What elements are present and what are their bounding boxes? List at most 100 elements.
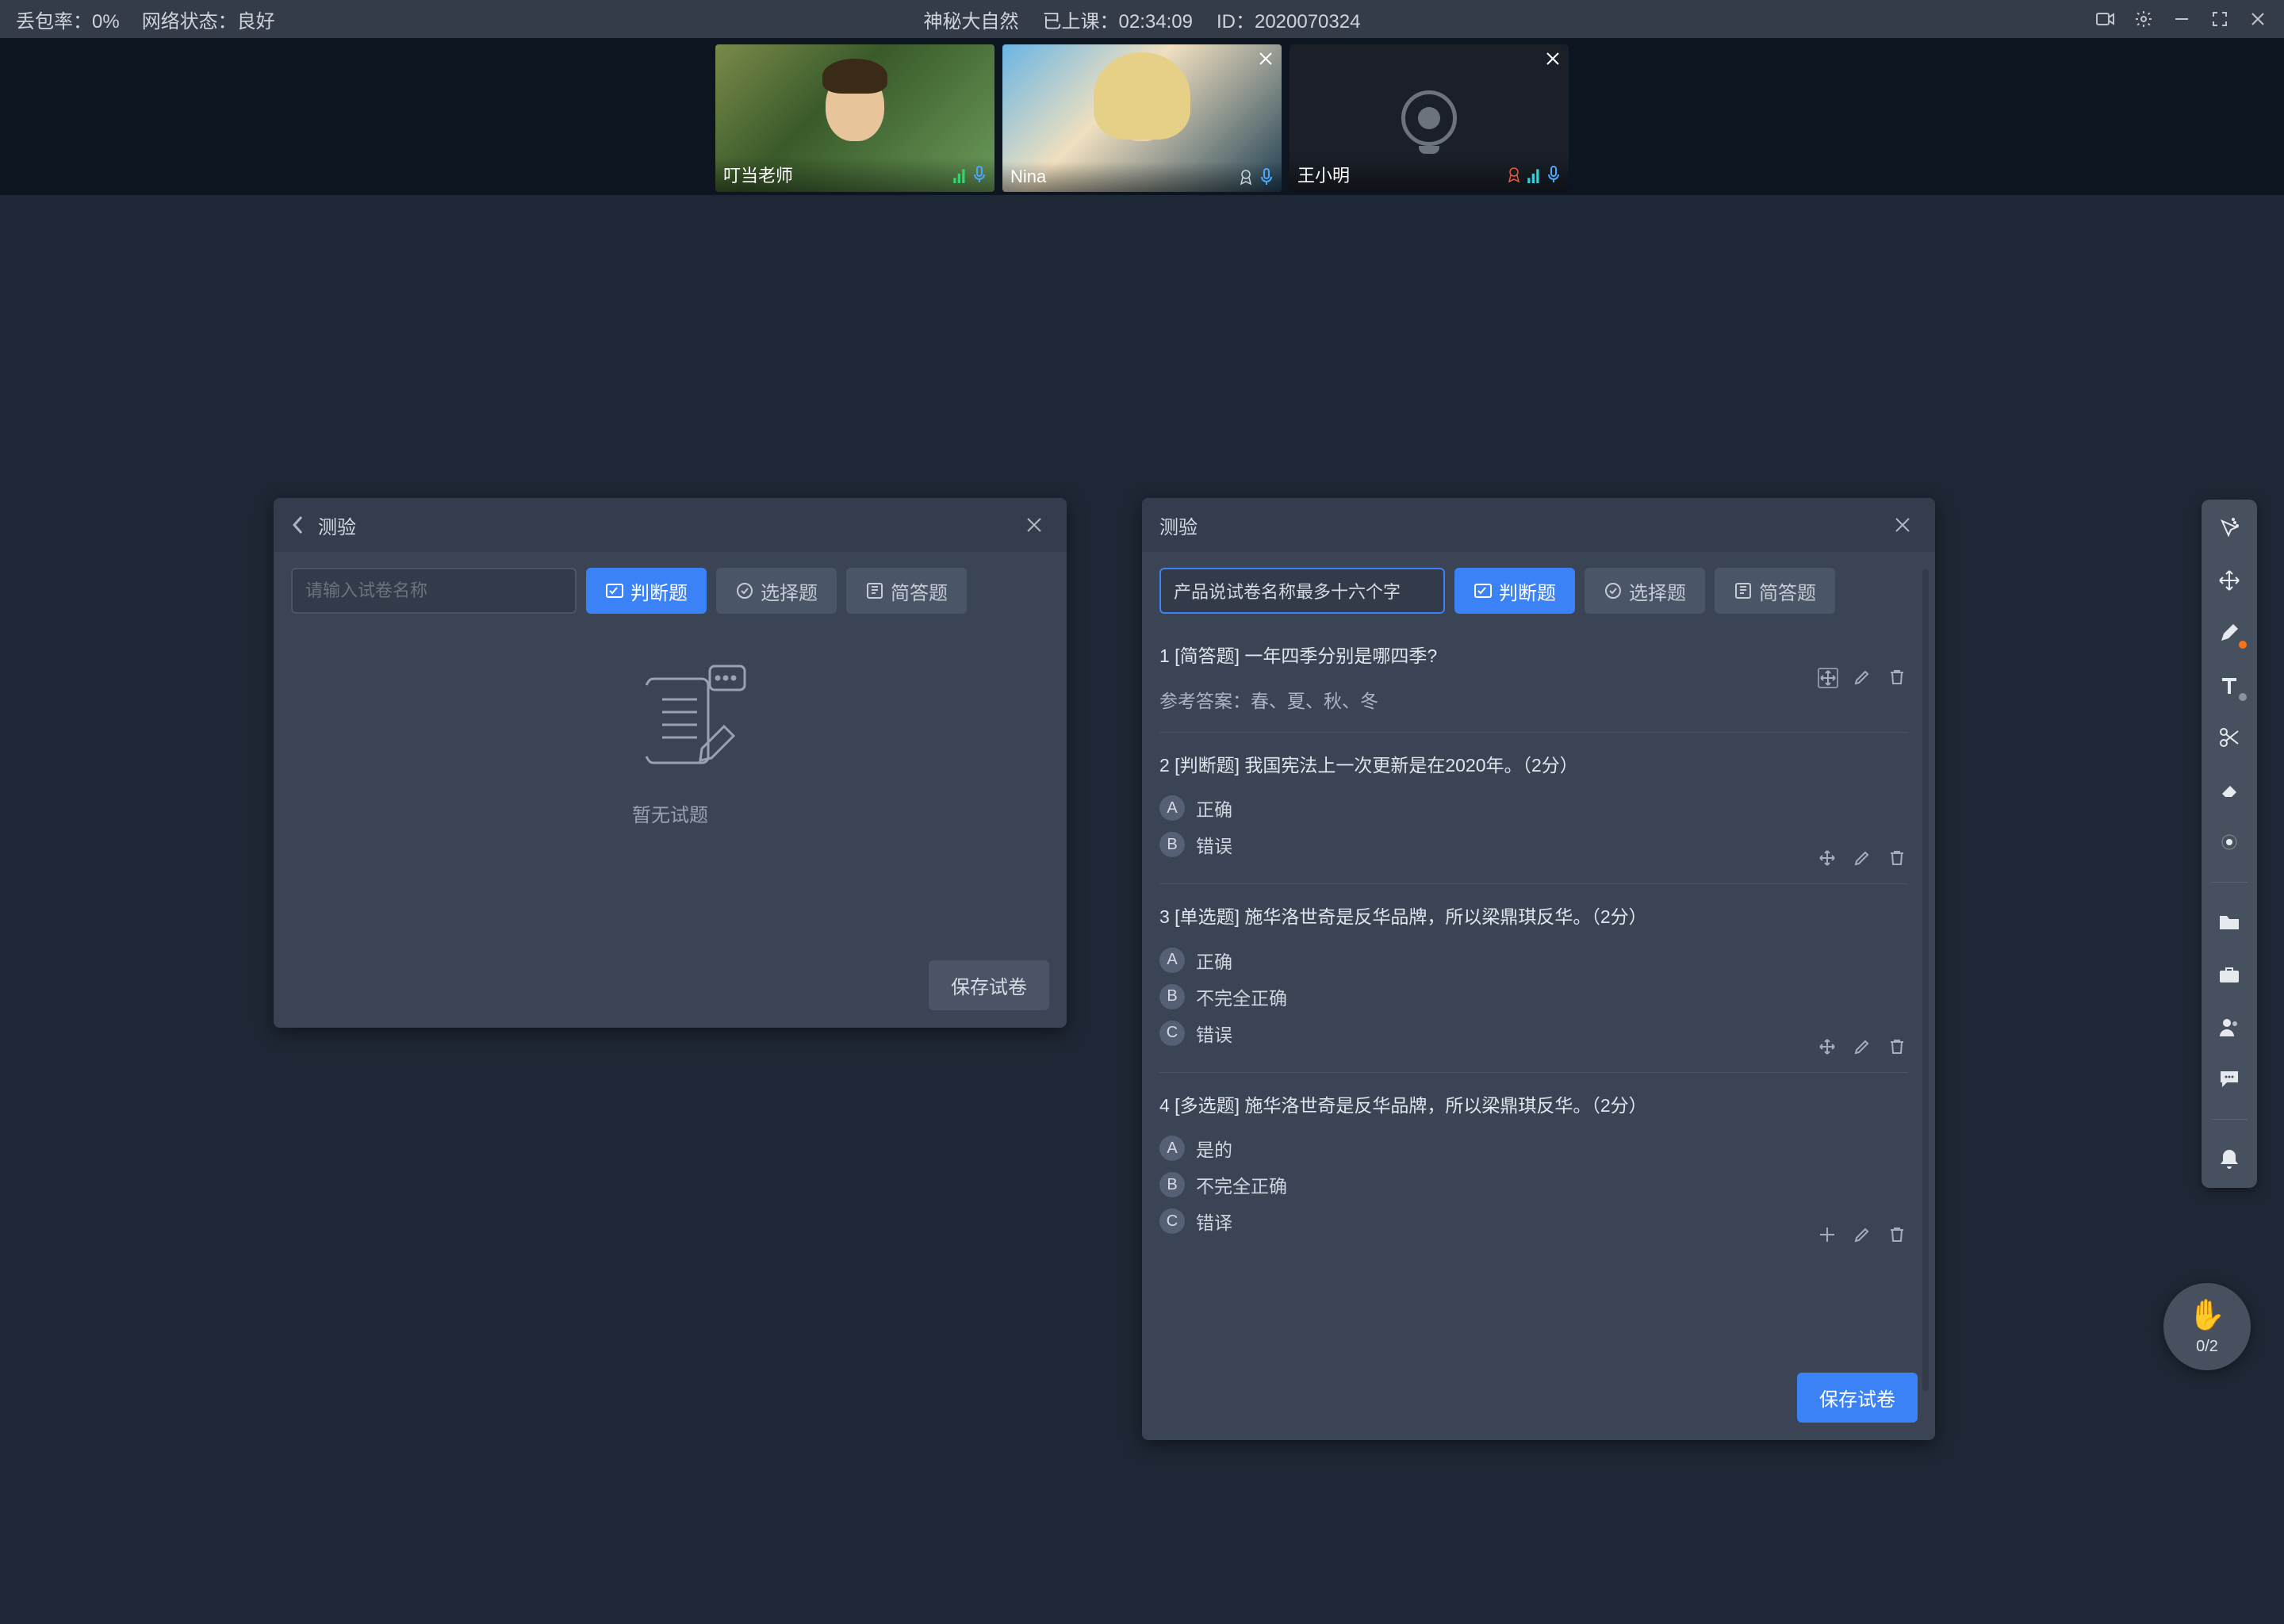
- panel-title: 测验: [1159, 511, 1198, 539]
- question-header: 3 [单选题] 施华洛世奇是反华品牌，所以梁鼎琪反华。（2分）: [1159, 903, 1908, 931]
- pen-tool-icon[interactable]: [2215, 619, 2244, 647]
- move-tool-icon[interactable]: [2215, 566, 2244, 595]
- move-icon[interactable]: [1818, 848, 1838, 869]
- elapsed-time-label: 已上课：02:34:09: [1043, 6, 1193, 33]
- option-letter: B: [1159, 1172, 1185, 1197]
- panel-close-icon[interactable]: [1025, 516, 1049, 534]
- participant-name: 叮当老师: [723, 162, 953, 187]
- video-participants-row: 叮当老师 Nina 王小明: [0, 38, 2284, 195]
- bell-icon[interactable]: [2215, 1145, 2244, 1174]
- delete-icon[interactable]: [1887, 848, 1908, 869]
- question-option[interactable]: B 不完全正确: [1159, 983, 1908, 1010]
- participant-name: 王小明: [1297, 162, 1505, 187]
- question-actions: [1818, 848, 1908, 869]
- empty-state-text: 暂无试题: [632, 799, 708, 827]
- option-text: 是的: [1196, 1135, 1232, 1162]
- delete-icon[interactable]: [1887, 1225, 1908, 1246]
- delete-icon[interactable]: [1887, 668, 1908, 688]
- button-label: 选择题: [761, 577, 818, 605]
- add-choice-button[interactable]: 选择题: [716, 568, 837, 614]
- save-quiz-button[interactable]: 保存试卷: [929, 960, 1049, 1010]
- move-icon[interactable]: [1818, 668, 1838, 688]
- hand-raise-count: 0/2: [2196, 1338, 2218, 1356]
- course-title: 神秘大自然: [924, 6, 1019, 33]
- quiz-panel-filled: 测验 产品说试卷名称最多十六个字 判断题 选择题 简答题 1 [简答题] 一年四…: [1142, 498, 1935, 1440]
- tile-close-icon[interactable]: [1543, 49, 1562, 68]
- tile-close-icon[interactable]: [1256, 49, 1275, 68]
- eraser-tool-icon[interactable]: [2215, 776, 2244, 804]
- panel-title: 测验: [318, 511, 356, 539]
- fullscreen-icon[interactable]: [2209, 9, 2230, 29]
- add-short-answer-button[interactable]: 简答题: [1715, 568, 1835, 614]
- laser-tool-icon[interactable]: [2215, 828, 2244, 856]
- edit-icon[interactable]: [1853, 848, 1873, 869]
- scissors-tool-icon[interactable]: [2215, 723, 2244, 752]
- button-label: 判断题: [1499, 577, 1556, 605]
- hand-icon: ✋: [2188, 1298, 2225, 1333]
- question-header: 1 [简答题] 一年四季分别是哪四季?: [1159, 642, 1908, 670]
- settings-icon[interactable]: [2133, 9, 2154, 29]
- move-icon[interactable]: [1818, 1037, 1838, 1058]
- participant-name: Nina: [1010, 167, 1237, 187]
- question-actions: [1818, 1037, 1908, 1058]
- button-label: 简答题: [1759, 577, 1816, 605]
- edit-icon[interactable]: [1853, 1225, 1873, 1246]
- question-option[interactable]: B 错误: [1159, 831, 1908, 858]
- move-icon[interactable]: [1818, 1225, 1838, 1246]
- edit-icon[interactable]: [1853, 1037, 1873, 1058]
- signal-icon: [953, 166, 968, 183]
- toolbox-icon[interactable]: [2215, 960, 2244, 989]
- choice-icon: [735, 581, 754, 600]
- video-tile-student-camera-off[interactable]: 王小明: [1290, 44, 1569, 192]
- users-icon[interactable]: [2215, 1013, 2244, 1041]
- judge-icon: [605, 581, 624, 600]
- minimize-icon[interactable]: [2171, 9, 2192, 29]
- video-tile-student[interactable]: Nina: [1002, 44, 1282, 192]
- award-muted-icon: [1505, 166, 1523, 183]
- option-letter: C: [1159, 1021, 1185, 1046]
- question-option[interactable]: C 错误: [1159, 1020, 1908, 1047]
- close-window-icon[interactable]: [2248, 9, 2268, 29]
- question-option[interactable]: A 正确: [1159, 947, 1908, 974]
- selector-tool-icon[interactable]: [2215, 514, 2244, 542]
- option-letter: B: [1159, 984, 1185, 1009]
- question-list: 1 [简答题] 一年四季分别是哪四季? 参考答案：春、夏、秋、冬 2 [判断题]…: [1142, 623, 1935, 1360]
- network-status-label: 网络状态：良好: [142, 6, 275, 33]
- hand-raise-button[interactable]: ✋ 0/2: [2163, 1283, 2251, 1370]
- question-item: 4 [多选题] 施华洛世奇是反华品牌，所以梁鼎琪反华。（2分） A 是的 B 不…: [1159, 1073, 1908, 1261]
- delete-icon[interactable]: [1887, 1037, 1908, 1058]
- add-choice-button[interactable]: 选择题: [1585, 568, 1705, 614]
- signal-icon: [1527, 166, 1542, 183]
- add-judge-button[interactable]: 判断题: [586, 568, 707, 614]
- quiz-name-input[interactable]: [291, 568, 577, 614]
- mic-icon: [1546, 166, 1561, 183]
- option-text: 不完全正确: [1196, 983, 1287, 1010]
- option-text: 正确: [1196, 795, 1232, 822]
- question-option[interactable]: C 错译: [1159, 1208, 1908, 1235]
- quiz-name-display[interactable]: 产品说试卷名称最多十六个字: [1159, 568, 1445, 614]
- option-text: 错误: [1196, 831, 1232, 858]
- button-label: 简答题: [891, 577, 948, 605]
- question-option[interactable]: A 正确: [1159, 795, 1908, 822]
- question-item: 1 [简答题] 一年四季分别是哪四季? 参考答案：春、夏、秋、冬: [1159, 623, 1908, 733]
- save-quiz-button[interactable]: 保存试卷: [1797, 1373, 1918, 1423]
- chat-icon[interactable]: [2215, 1065, 2244, 1094]
- whiteboard-toolbar: [2202, 500, 2257, 1188]
- option-letter: B: [1159, 832, 1185, 857]
- video-tile-teacher[interactable]: 叮当老师: [715, 44, 994, 192]
- back-icon[interactable]: [291, 515, 315, 535]
- panel-close-icon[interactable]: [1894, 516, 1918, 534]
- record-icon[interactable]: [2095, 9, 2116, 29]
- question-header: 2 [判断题] 我国宪法上一次更新是在2020年。（2分）: [1159, 752, 1908, 779]
- question-option[interactable]: A 是的: [1159, 1135, 1908, 1162]
- folder-icon[interactable]: [2215, 908, 2244, 936]
- option-text: 错误: [1196, 1020, 1232, 1047]
- edit-icon[interactable]: [1853, 668, 1873, 688]
- question-option[interactable]: B 不完全正确: [1159, 1171, 1908, 1198]
- add-judge-button[interactable]: 判断题: [1454, 568, 1575, 614]
- add-short-answer-button[interactable]: 简答题: [846, 568, 967, 614]
- text-tool-icon[interactable]: [2215, 671, 2244, 699]
- quiz-panel-empty: 测验 判断题 选择题 简答题: [274, 498, 1067, 1028]
- question-item: 3 [单选题] 施华洛世奇是反华品牌，所以梁鼎琪反华。（2分） A 正确 B 不…: [1159, 884, 1908, 1073]
- option-letter: C: [1159, 1208, 1185, 1234]
